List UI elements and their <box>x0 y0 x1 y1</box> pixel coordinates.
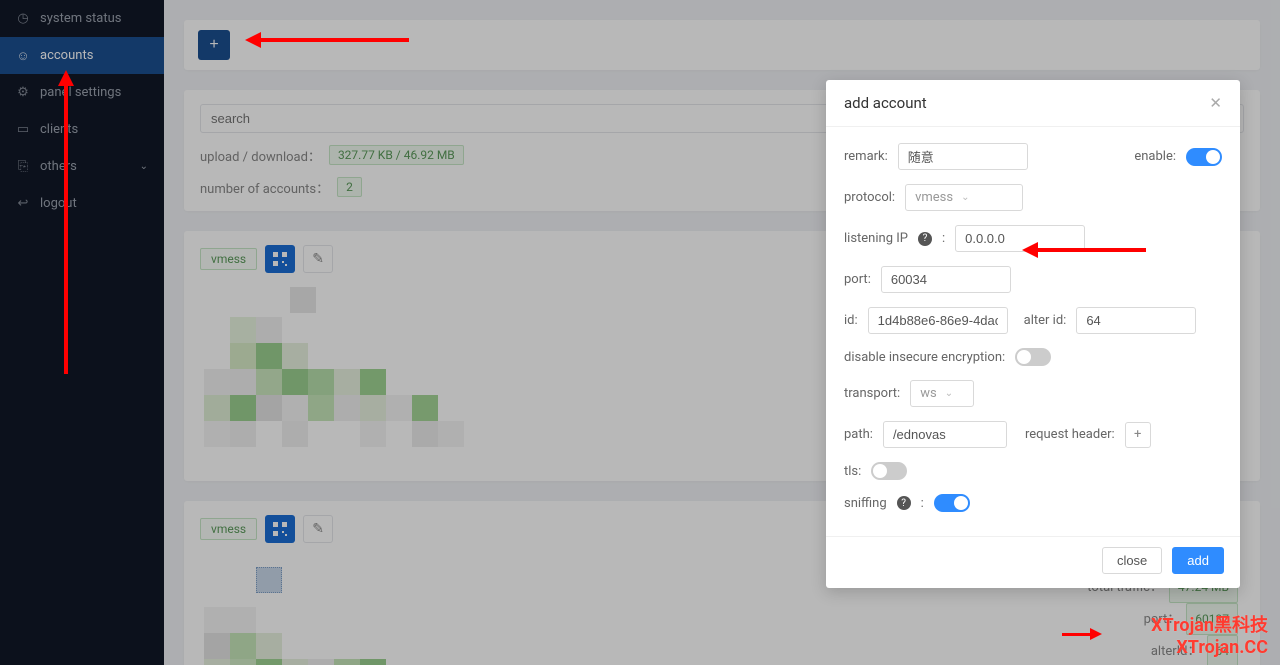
protocol-select[interactable]: vmess ⌄ <box>905 184 1023 211</box>
id-label: id: <box>844 313 858 328</box>
path-input[interactable] <box>883 421 1007 448</box>
alterid-label: alter id: <box>1024 313 1067 328</box>
transport-select[interactable]: ws ⌄ <box>910 380 974 407</box>
listening-ip-input[interactable] <box>955 225 1085 252</box>
modal-footer: close add <box>826 536 1240 588</box>
id-input[interactable] <box>868 307 1008 334</box>
enable-label: enable: <box>1134 149 1176 164</box>
remark-input[interactable] <box>898 143 1028 170</box>
sniffing-toggle[interactable] <box>934 494 970 512</box>
modal-header: add account ✕ <box>826 80 1240 127</box>
enable-toggle[interactable] <box>1186 148 1222 166</box>
transport-label: transport: <box>844 386 900 401</box>
chevron-down-icon: ⌄ <box>961 192 969 203</box>
listening-ip-label: listening IP <box>844 231 908 246</box>
tls-label: tls: <box>844 464 861 479</box>
alterid-input[interactable] <box>1076 307 1196 334</box>
path-label: path: <box>844 427 873 442</box>
close-icon[interactable]: ✕ <box>1209 94 1222 112</box>
add-button[interactable]: add <box>1172 547 1224 574</box>
remark-label: remark: <box>844 149 888 164</box>
sniffing-label: sniffing <box>844 496 887 511</box>
add-account-modal: add account ✕ remark: enable: protocol: … <box>826 80 1240 588</box>
disable-enc-toggle[interactable] <box>1015 348 1051 366</box>
watermark: XTrojan黑科技 XTrojan.CC <box>1151 615 1268 659</box>
protocol-label: protocol: <box>844 190 895 205</box>
modal-body: remark: enable: protocol: vmess ⌄ listen… <box>826 127 1240 536</box>
request-header-label: request header: <box>1025 427 1115 442</box>
close-button[interactable]: close <box>1102 547 1162 574</box>
help-icon[interactable]: ? <box>897 496 911 510</box>
help-icon[interactable]: ? <box>918 232 932 246</box>
tls-toggle[interactable] <box>871 462 907 480</box>
port-label: port: <box>844 272 871 287</box>
add-header-button[interactable]: + <box>1125 422 1151 448</box>
disable-enc-label: disable insecure encryption: <box>844 350 1005 365</box>
modal-title: add account <box>844 94 927 112</box>
port-input[interactable] <box>881 266 1011 293</box>
chevron-down-icon: ⌄ <box>945 388 953 399</box>
